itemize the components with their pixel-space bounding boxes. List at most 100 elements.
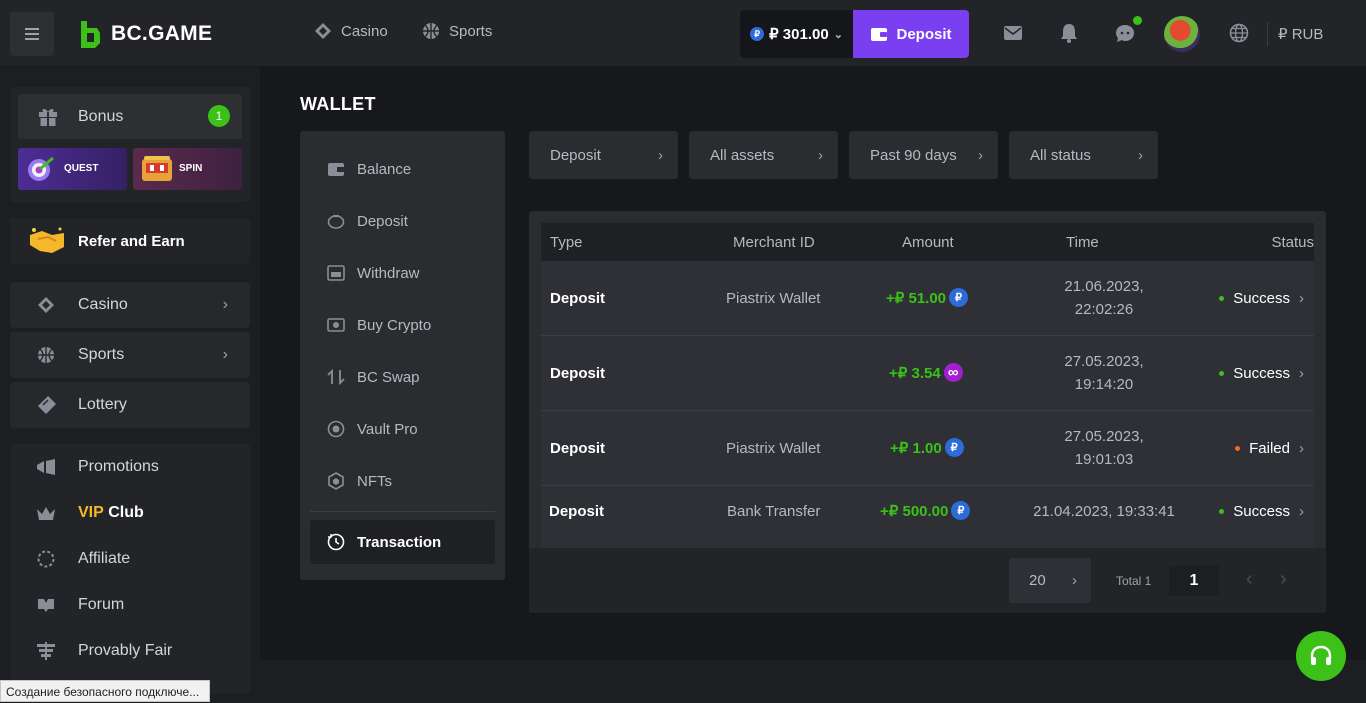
ruble-coin-icon: ₽ <box>951 501 971 520</box>
wallet-menu-deposit[interactable]: Deposit <box>310 199 495 243</box>
row-status: Success › <box>1219 365 1304 382</box>
sidebar-item-vip-club[interactable]: VIP Club <box>10 490 250 536</box>
wallet-menu-label: NFTs <box>357 472 392 490</box>
target-icon <box>28 156 54 181</box>
deposit-button[interactable]: Deposit <box>853 10 969 58</box>
table-row[interactable]: Deposit Piastrix Wallet +₽ 51.00 ₽ 21.06.… <box>541 261 1314 336</box>
affiliate-icon <box>36 549 56 569</box>
deposit-button-label: Deposit <box>896 25 952 43</box>
notifications-button[interactable] <box>1058 22 1080 44</box>
filter-status[interactable]: All status › <box>1009 131 1158 179</box>
row-type: Deposit <box>550 440 606 457</box>
slot-machine-icon <box>142 156 172 181</box>
hamburger-icon <box>25 28 39 40</box>
sidebar-item-affiliate[interactable]: Affiliate <box>10 536 250 582</box>
wallet-menu-transaction[interactable]: Transaction <box>310 520 495 564</box>
chevron-right-icon: › <box>1299 440 1304 457</box>
wallet-menu-buy-crypto[interactable]: Buy Crypto <box>310 303 495 347</box>
footer-strip <box>260 660 1366 703</box>
sidebar-item-casino[interactable]: Casino › <box>10 282 250 328</box>
row-merchant: Piastrix Wallet <box>726 440 821 457</box>
row-date: 27.05.2023, <box>1064 428 1144 445</box>
wallet-menu-nfts[interactable]: NFTs <box>310 459 495 503</box>
per-page-select[interactable]: 20 › <box>1009 558 1091 603</box>
row-time: 19:01:03 <box>1074 451 1134 468</box>
row-type: Deposit <box>549 503 605 520</box>
avatar[interactable] <box>1164 16 1200 52</box>
amount-value: +₽ 51.00 <box>886 289 947 307</box>
mail-button[interactable] <box>1002 22 1024 44</box>
filter-period[interactable]: Past 90 days › <box>849 131 998 179</box>
withdraw-icon <box>327 264 345 282</box>
bonus-item[interactable]: Bonus 1 <box>18 94 242 139</box>
gift-icon <box>39 108 57 126</box>
nav-casino[interactable]: Casino <box>314 22 388 40</box>
table-row[interactable]: Deposit Bank Transfer +₽ 500.00 ₽ 21.04.2… <box>541 486 1314 548</box>
chevron-right-icon: › <box>978 146 983 164</box>
wallet-menu-balance[interactable]: Balance <box>310 147 495 191</box>
amount-value: +₽ 3.54 <box>889 364 941 382</box>
bell-icon <box>1061 24 1077 43</box>
language-button[interactable] <box>1228 22 1250 44</box>
fair-icon <box>36 641 56 661</box>
filter-assets[interactable]: All assets › <box>689 131 838 179</box>
browser-status-bar: Создание безопасного подключе... <box>0 680 210 702</box>
logo[interactable]: BC.GAME <box>78 17 212 51</box>
prev-page-icon[interactable]: ‹ <box>1246 568 1253 591</box>
row-status: Success › <box>1219 503 1304 520</box>
support-button[interactable] <box>1296 631 1346 681</box>
amount-value: +₽ 1.00 <box>890 439 942 457</box>
chevron-right-icon: › <box>1299 503 1304 520</box>
sidebar-item-label: Casino <box>78 296 128 313</box>
wallet-menu-label: Withdraw <box>357 264 420 282</box>
sidebar-item-provably-fair[interactable]: Provably Fair <box>10 628 250 674</box>
handshake-icon <box>30 227 64 253</box>
chat-button[interactable] <box>1114 16 1142 44</box>
chevron-right-icon: › <box>1138 146 1143 164</box>
vip-club-label: VIP Club <box>78 504 144 522</box>
filter-label: Past 90 days <box>870 146 957 164</box>
table-row[interactable]: Deposit Piastrix Wallet +₽ 1.00 ₽ 27.05.2… <box>541 411 1314 486</box>
menu-button[interactable] <box>10 12 54 56</box>
filter-label: All status <box>1030 146 1091 164</box>
wallet-menu-bc-swap[interactable]: BC Swap <box>310 355 495 399</box>
refer-label: Refer and Earn <box>78 233 185 250</box>
table-row[interactable]: Deposit +₽ 3.54 ∞ 27.05.2023, 19:14:20 Su… <box>541 336 1314 411</box>
sidebar-item-label: Promotions <box>78 458 159 475</box>
wallet-menu-vault-pro[interactable]: Vault Pro <box>310 407 495 451</box>
col-status: Status <box>1271 234 1314 251</box>
spin-button[interactable]: SPIN <box>133 148 242 190</box>
chevron-right-icon: › <box>658 146 663 164</box>
row-date: 21.06.2023, <box>1064 278 1144 295</box>
casino-icon <box>36 295 56 315</box>
bonus-panel: Bonus 1 QUEST SPIN <box>10 87 250 202</box>
nav-sports[interactable]: Sports <box>422 22 492 40</box>
current-page[interactable]: 1 <box>1169 566 1219 596</box>
balance-selector[interactable]: ₽ ₽ 301.00 ⌄ <box>740 10 853 58</box>
row-status: Success › <box>1219 290 1304 307</box>
sidebar-item-sports[interactable]: Sports › <box>10 332 250 378</box>
sports-icon <box>36 345 56 365</box>
sidebar-item-label: Forum <box>78 596 125 613</box>
currency-selector[interactable]: ₽ RUB <box>1278 25 1323 43</box>
top-bar: BC.GAME Casino Sports ₽ ₽ 301.00 ⌄ Depos… <box>0 0 1366 67</box>
sidebar-item-forum[interactable]: Forum <box>10 582 250 628</box>
row-merchant: Piastrix Wallet <box>726 290 821 307</box>
wallet-menu-label: BC Swap <box>357 368 420 386</box>
brand-name: BC.GAME <box>111 22 213 45</box>
next-page-icon[interactable]: › <box>1280 568 1287 591</box>
bonus-label: Bonus <box>78 108 124 125</box>
wallet-menu-withdraw[interactable]: Withdraw <box>310 251 495 295</box>
ruble-coin-icon: ₽ <box>949 288 969 307</box>
sidebar-item-lottery[interactable]: Lottery <box>10 382 250 428</box>
filter-label: Deposit <box>550 146 601 164</box>
chevron-down-icon: ⌄ <box>833 28 843 41</box>
wallet-menu-label: Vault Pro <box>357 420 418 438</box>
wallet-icon <box>871 28 888 41</box>
quest-button[interactable]: QUEST <box>18 148 127 190</box>
infinity-coin-icon: ∞ <box>943 363 963 382</box>
refer-and-earn-item[interactable]: Refer and Earn <box>10 218 250 264</box>
sidebar-item-promotions[interactable]: Promotions <box>10 444 250 490</box>
filter-type[interactable]: Deposit › <box>529 131 678 179</box>
sidebar-item-label: Affiliate <box>78 550 131 567</box>
